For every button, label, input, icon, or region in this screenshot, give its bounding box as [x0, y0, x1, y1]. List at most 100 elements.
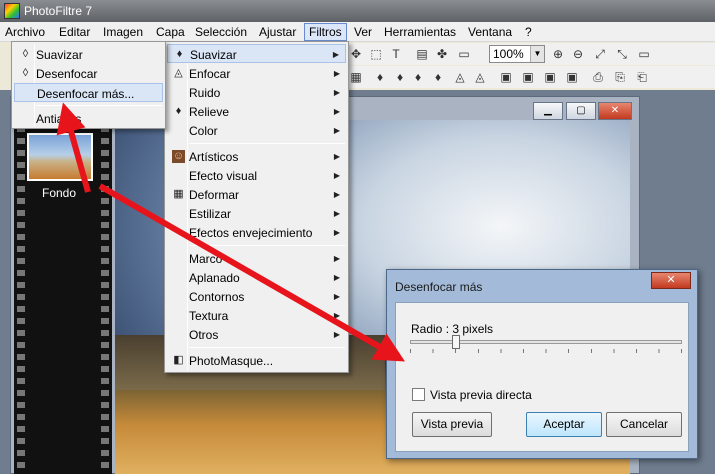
preview-button[interactable]: Vista previa	[412, 412, 492, 437]
menu-ver[interactable]: Ver	[354, 25, 372, 39]
export-icon[interactable]: ⎘	[613, 70, 627, 84]
menu-item-label: Contornos	[189, 290, 245, 304]
menu-item-marco[interactable]: Marco ▶	[167, 249, 346, 268]
fullscreen-icon[interactable]: ▭	[637, 47, 651, 61]
actual-size-icon[interactable]: ⤡	[615, 47, 629, 61]
radius-slider-thumb[interactable]	[452, 335, 461, 349]
auto-levels-icon[interactable]: ▦	[349, 70, 363, 84]
window-icon[interactable]: ▭	[457, 47, 471, 61]
dialog-close-button[interactable]: ✕	[651, 272, 691, 289]
submenu-arrow-icon: ▶	[333, 152, 340, 161]
zoom-out-icon[interactable]: ⊖	[571, 47, 585, 61]
grayscale-icon[interactable]: ▣	[543, 70, 557, 84]
filter-menu: ♦ Suavizar ▶ ◬ Enfocar ▶ Ruido ▶ ♦ Relie…	[164, 41, 349, 373]
print-icon[interactable]: ⎙	[591, 70, 605, 84]
film-perforation	[101, 120, 109, 474]
menu-imagen[interactable]: Imagen	[103, 25, 143, 39]
submenu-arrow-icon: ▶	[333, 171, 340, 180]
menu-help[interactable]: ?	[525, 25, 532, 39]
menu-item-label: Relieve	[189, 105, 230, 119]
submenu-arrow-icon: ▶	[333, 126, 340, 135]
menu-item-contornos[interactable]: Contornos ▶	[167, 287, 346, 306]
zoom-in-icon[interactable]: ⊕	[551, 47, 565, 61]
menu-item-artisticos[interactable]: ☺ Artísticos ▶	[167, 147, 346, 166]
menu-ajustar[interactable]: Ajustar	[259, 25, 296, 39]
menu-item-deformar[interactable]: ▦ Deformar ▶	[167, 185, 346, 204]
submenu-arrow-icon: ▶	[332, 50, 339, 59]
menu-item-efectos-envejecimiento[interactable]: Efectos envejecimiento ▶	[167, 223, 346, 242]
close-document-button[interactable]: ✕	[598, 102, 632, 120]
maximize-button[interactable]: ▢	[566, 102, 596, 120]
grid-icon: ▦	[173, 188, 184, 200]
submenu-arrow-icon: ▶	[333, 228, 340, 237]
sharpen-drop-icon[interactable]: ◬	[453, 70, 467, 84]
text-icon[interactable]: T	[389, 47, 403, 61]
submenu-item-desenfocar[interactable]: ◊ Desenfocar	[14, 64, 163, 83]
submenu-item-antialias[interactable]: Antialias	[14, 109, 163, 128]
selection-icon[interactable]: ⬚	[369, 47, 383, 61]
menu-item-label: PhotoMasque...	[189, 354, 274, 368]
menu-item-relieve[interactable]: ♦ Relieve ▶	[167, 102, 346, 121]
menu-item-suavizar[interactable]: ♦ Suavizar ▶	[167, 44, 346, 63]
menu-ventana[interactable]: Ventana	[468, 25, 512, 39]
move-icon[interactable]: ✥	[349, 47, 363, 61]
submenu-arrow-icon: ▶	[333, 88, 340, 97]
menu-item-aplanado[interactable]: Aplanado ▶	[167, 268, 346, 287]
layers-icon[interactable]: ▤	[415, 47, 429, 61]
menu-capa[interactable]: Capa	[156, 25, 185, 39]
menu-archivo[interactable]: Archivo	[5, 25, 45, 39]
minimize-button[interactable]: ▁	[533, 102, 563, 120]
fit-icon[interactable]: ⤢	[593, 47, 607, 61]
color-palette-icon[interactable]: ▣	[499, 70, 513, 84]
menu-item-label: Estilizar	[189, 207, 232, 221]
submenu-arrow-icon: ▶	[333, 209, 340, 218]
menu-separator	[189, 245, 345, 246]
menu-filtros[interactable]: Filtros	[304, 23, 347, 41]
gradient-icon[interactable]: ▣	[521, 70, 535, 84]
window-title: PhotoFiltre 7	[24, 4, 93, 18]
menu-item-color[interactable]: Color ▶	[167, 121, 346, 140]
menu-item-photomasque[interactable]: ◧ PhotoMasque...	[167, 351, 346, 370]
menu-editar[interactable]: Editar	[59, 25, 90, 39]
drop-icon[interactable]: ♦	[373, 70, 387, 84]
menu-seleccion[interactable]: Selección	[195, 25, 247, 39]
puzzle-icon[interactable]: ✤	[435, 47, 449, 61]
menu-item-label: Otros	[189, 328, 219, 342]
menu-item-label: Aplanado	[189, 271, 240, 285]
menu-item-enfocar[interactable]: ◬ Enfocar ▶	[167, 64, 346, 83]
ok-button[interactable]: Aceptar	[526, 412, 602, 437]
menu-item-textura[interactable]: Textura ▶	[167, 306, 346, 325]
menu-item-ruido[interactable]: Ruido ▶	[167, 83, 346, 102]
live-preview-checkbox[interactable]	[412, 388, 425, 401]
menu-item-otros[interactable]: Otros ▶	[167, 325, 346, 344]
submenu-arrow-icon: ▶	[333, 273, 340, 282]
drop-icon[interactable]: ♦	[393, 70, 407, 84]
menu-item-label: Artísticos	[189, 150, 239, 164]
emboss-drop-icon: ♦	[175, 105, 182, 117]
zoom-select[interactable]: 100% ▼	[489, 45, 545, 63]
menu-separator	[36, 105, 162, 106]
submenu-item-desenfocar-mas[interactable]: Desenfocar más...	[14, 83, 163, 102]
menu-item-label: Desenfocar más...	[37, 87, 135, 101]
dialog-body: Radio : 3 pixels Vista previa directa Vi…	[395, 302, 689, 452]
menu-herramientas[interactable]: Herramientas	[384, 25, 456, 39]
submenu-item-suavizar[interactable]: ◊ Suavizar	[14, 45, 163, 64]
sharpen-drop-icon[interactable]: ◬	[473, 70, 487, 84]
layer-thumbnail[interactable]	[27, 133, 93, 181]
drop-icon[interactable]: ♦	[411, 70, 425, 84]
invert-icon[interactable]: ▣	[565, 70, 579, 84]
submenu-arrow-icon: ▶	[333, 311, 340, 320]
dialog-title: Desenfocar más	[395, 280, 483, 294]
cancel-button[interactable]: Cancelar	[606, 412, 682, 437]
menu-item-estilizar[interactable]: Estilizar ▶	[167, 204, 346, 223]
chevron-down-icon[interactable]: ▼	[530, 46, 544, 62]
radius-slider-track[interactable]	[410, 340, 682, 344]
menu-item-efecto-visual[interactable]: Efecto visual ▶	[167, 166, 346, 185]
menu-separator	[189, 347, 345, 348]
drop-icon[interactable]: ♦	[431, 70, 445, 84]
menu-item-label: Desenfocar	[36, 67, 98, 81]
menu-item-label: Deformar	[189, 188, 240, 202]
share-icon[interactable]: ⎗	[635, 70, 649, 84]
menu-item-label: Suavizar	[36, 48, 83, 62]
menu-separator	[189, 143, 345, 144]
